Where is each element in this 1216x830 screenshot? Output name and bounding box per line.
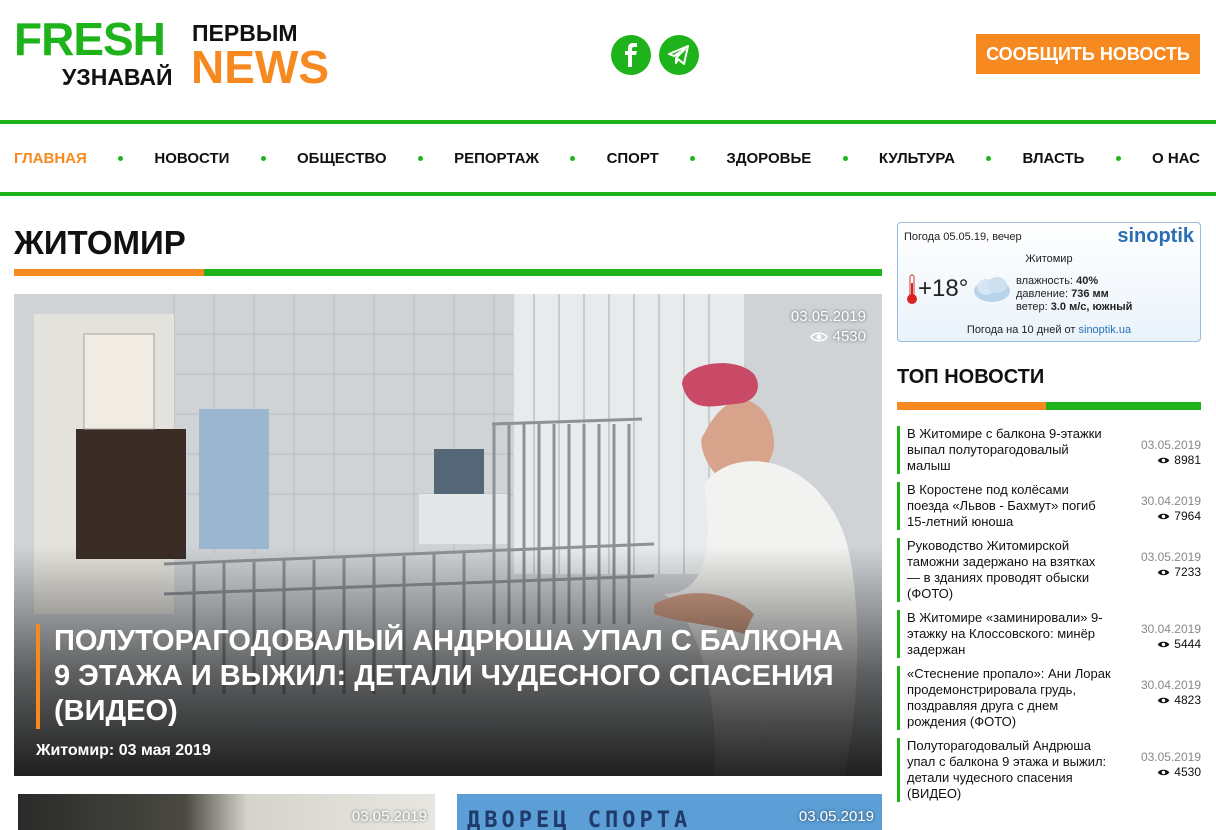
nav-separator — [570, 155, 576, 161]
nav-item-sport[interactable]: СПОРТ — [607, 150, 659, 167]
top-news-item-title[interactable]: В Житомире «заминировали» 9-этажку на Кл… — [907, 610, 1111, 658]
nav-item-power[interactable]: ВЛАСТЬ — [1023, 150, 1085, 167]
views-count: 7964 — [1174, 509, 1201, 523]
title-underline — [14, 269, 882, 276]
hero-date: 03.05.2019 — [790, 308, 866, 325]
views-count: 5444 — [1174, 637, 1201, 651]
nav-item-society[interactable]: ОБЩЕСТВО — [297, 150, 387, 167]
top-news-item-title[interactable]: «Стеснение пропало»: Ани Лорак продемонс… — [907, 666, 1111, 730]
hero-article[interactable]: 03.05.2019 4530 ПОЛУТОРАГОДОВАЛЫЙ АНДРЮШ… — [14, 294, 882, 776]
hero-title-wrap: ПОЛУТОРАГОДОВАЛЫЙ АНДРЮША УПАЛ С БАЛКОНА… — [36, 624, 866, 729]
nav-item-home[interactable]: ГЛАВНАЯ — [14, 150, 87, 167]
article-thumb[interactable]: ДВОРЕЦ СПОРТА 03.05.2019 — [457, 794, 882, 830]
nav-separator — [260, 155, 266, 161]
nav-item-news[interactable]: НОВОСТИ — [154, 150, 229, 167]
weather-temp: +18° — [918, 275, 969, 302]
top-news-item-views: 7964 — [1157, 509, 1201, 523]
pressure-value: 736 мм — [1071, 288, 1109, 300]
weather-footer-text: Погода на 10 дней от — [966, 324, 1076, 336]
site-logo[interactable]: FRESH УЗНАВАЙ ПЕРВЫМ NEWS — [14, 14, 344, 94]
top-news-item-title[interactable]: В Коростене под колёсами поезда «Львов -… — [907, 482, 1111, 530]
weather-footer: Погода на 10 дней от sinoptik.ua — [898, 324, 1200, 336]
top-news-item-date: 03.05.2019 — [1140, 550, 1201, 564]
top-news-item-title[interactable]: Полуторагодовалый Андрюша упал с балкона… — [907, 738, 1111, 802]
top-news-item[interactable]: В Житомире «заминировали» 9-этажку на Кл… — [897, 610, 1201, 658]
nav-item-about[interactable]: О НАС — [1152, 150, 1200, 167]
weather-date: Погода 05.05.19, вечер — [904, 231, 1022, 243]
nav-item-report[interactable]: РЕПОРТАЖ — [454, 150, 539, 167]
top-news-item-views: 4530 — [1157, 765, 1201, 779]
top-news-list: В Житомире с балкона 9-этажки выпал полу… — [897, 426, 1201, 810]
telegram-icon — [668, 45, 689, 65]
nav-separator — [690, 155, 696, 161]
thumb-date: 03.05.2019 — [351, 808, 427, 825]
nav-separator — [986, 155, 992, 161]
top-news-item-date: 30.04.2019 — [1140, 622, 1201, 636]
logo-fresh: FRESH — [14, 13, 166, 65]
logo-news: NEWS — [191, 41, 329, 93]
top-news-item[interactable]: В Житомире с балкона 9-этажки выпал полу… — [897, 426, 1201, 474]
hero-views: 4530 — [809, 328, 866, 345]
nav-bottom-line — [0, 192, 1216, 196]
nav-separator — [842, 155, 848, 161]
top-news-item-views: 8981 — [1157, 453, 1201, 467]
eye-icon — [1158, 769, 1170, 775]
thumb-banner: ДВОРЕЦ СПОРТА — [467, 808, 692, 830]
nav-separator — [118, 155, 124, 161]
views-count: 8981 — [1174, 453, 1201, 467]
nav-separator — [417, 155, 423, 161]
thermometer-icon — [907, 274, 917, 304]
top-news-underline — [897, 402, 1201, 410]
eye-icon — [1158, 513, 1170, 519]
top-news-item-views: 7233 — [1157, 565, 1201, 579]
humidity-label: влажность: — [1016, 275, 1074, 287]
report-news-button[interactable]: СООБЩИТЬ НОВОСТЬ — [976, 34, 1200, 74]
top-news-item-title[interactable]: В Житомире с балкона 9-этажки выпал полу… — [907, 426, 1111, 474]
thumb-date: 03.05.2019 — [798, 808, 874, 825]
eye-icon — [1158, 457, 1170, 463]
weather-widget[interactable]: Погода 05.05.19, вечер sinoptik Житомир … — [897, 222, 1201, 342]
eye-icon — [1158, 697, 1170, 703]
nav-item-culture[interactable]: КУЛЬТУРА — [879, 150, 955, 167]
top-news-item[interactable]: В Коростене под колёсами поезда «Львов -… — [897, 482, 1201, 530]
hero-views-count: 4530 — [832, 328, 866, 345]
eye-icon — [809, 331, 828, 342]
top-news-item-title[interactable]: Руководство Житомирской таможни задержан… — [907, 538, 1111, 602]
top-news-item[interactable]: Полуторагодовалый Андрюша упал с балкона… — [897, 738, 1201, 802]
hero-title[interactable]: ПОЛУТОРАГОДОВАЛЫЙ АНДРЮША УПАЛ С БАЛКОНА… — [54, 624, 866, 729]
facebook-button[interactable] — [611, 35, 651, 75]
eye-icon — [1158, 641, 1170, 647]
top-news-item-date: 03.05.2019 — [1140, 438, 1201, 452]
logo-uznavai: УЗНАВАЙ — [62, 64, 173, 90]
weather-brand[interactable]: sinoptik — [1117, 225, 1194, 248]
article-thumb[interactable]: 03.05.2019 — [18, 794, 435, 830]
humidity-value: 40% — [1076, 275, 1099, 287]
views-count: 4823 — [1174, 693, 1201, 707]
wind-value: 3.0 м/с, южный — [1050, 301, 1133, 313]
facebook-icon — [625, 43, 637, 67]
cloud-icon — [974, 277, 1010, 302]
page-title: ЖИТОМИР — [14, 224, 186, 261]
weather-details: влажность: 40% давление: 736 мм ветер: 3… — [1016, 275, 1132, 314]
top-news-title: ТОП НОВОСТИ — [897, 366, 1045, 388]
views-count: 7233 — [1174, 565, 1201, 579]
top-news-item-date: 30.04.2019 — [1140, 494, 1201, 508]
top-news-item-views: 4823 — [1157, 693, 1201, 707]
top-news-item-views: 5444 — [1157, 637, 1201, 651]
hero-place-date: Житомир: 03 мая 2019 — [36, 742, 211, 759]
pressure-label: давление: — [1016, 288, 1069, 300]
eye-icon — [1158, 569, 1170, 575]
main-nav: ГЛАВНАЯ НОВОСТИ ОБЩЕСТВО РЕПОРТАЖ СПОРТ … — [0, 124, 1216, 192]
nav-item-health[interactable]: ЗДОРОВЬЕ — [726, 150, 811, 167]
top-news-item-date: 03.05.2019 — [1140, 750, 1201, 764]
weather-city: Житомир — [1025, 253, 1073, 265]
top-news-item[interactable]: «Стеснение пропало»: Ани Лорак продемонс… — [897, 666, 1201, 730]
wind-label: ветер: — [1016, 301, 1048, 313]
top-news-item[interactable]: Руководство Житомирской таможни задержан… — [897, 538, 1201, 602]
weather-footer-link[interactable]: sinoptik.ua — [1079, 324, 1132, 336]
nav-separator — [1115, 155, 1121, 161]
top-news-item-date: 30.04.2019 — [1140, 678, 1201, 692]
views-count: 4530 — [1174, 765, 1201, 779]
telegram-button[interactable] — [659, 35, 699, 75]
